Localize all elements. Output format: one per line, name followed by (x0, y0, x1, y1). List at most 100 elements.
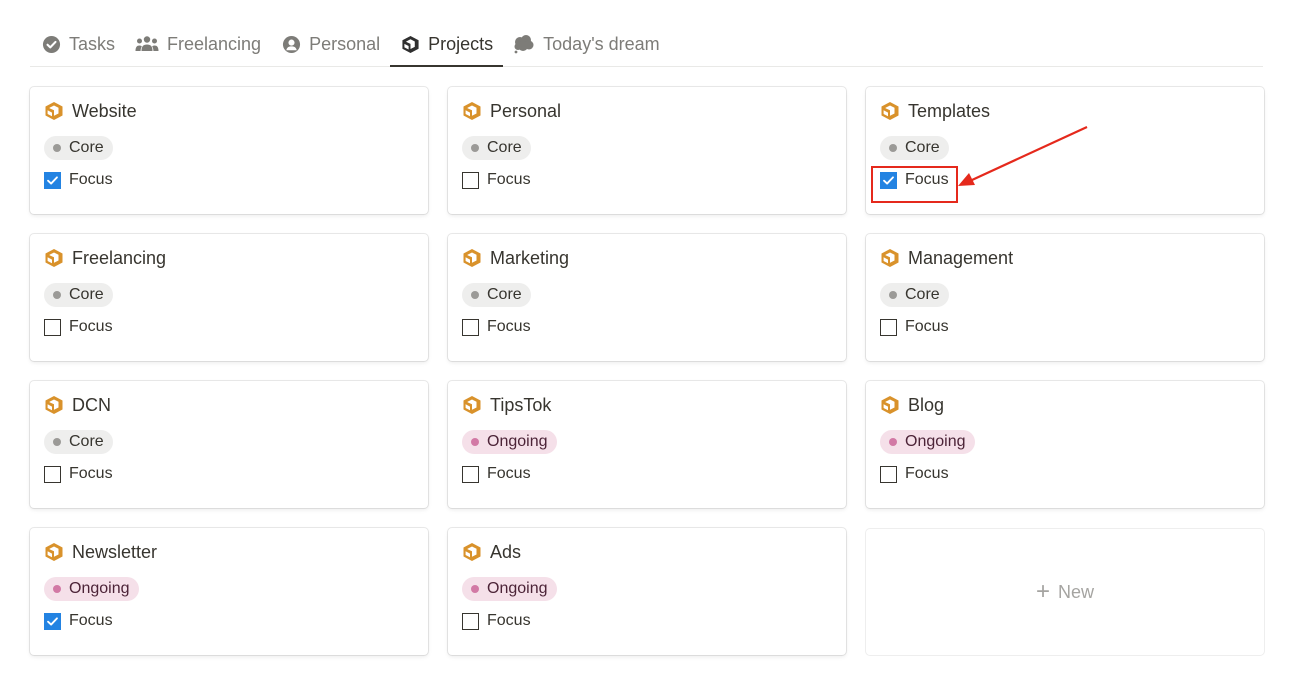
box-icon (880, 101, 900, 121)
focus-label: Focus (487, 318, 531, 335)
card-title-row: Blog (880, 393, 1250, 417)
focus-property: Focus (462, 170, 832, 190)
focus-property: Focus (880, 317, 1250, 337)
focus-checkbox[interactable] (462, 612, 479, 630)
focus-property: Focus (880, 464, 1250, 484)
tab-label: Tasks (69, 33, 116, 54)
card-title-row: Management (880, 246, 1250, 270)
status-label: Core (69, 139, 104, 156)
project-title: Marketing (490, 247, 570, 268)
status-tag: Ongoing (462, 430, 557, 454)
card-title-row: DCN (44, 393, 414, 417)
focus-label: Focus (69, 465, 113, 482)
project-card[interactable]: DCN Core Focus (30, 381, 428, 508)
box-icon (880, 395, 900, 415)
focus-checkbox[interactable] (880, 465, 897, 483)
box-icon (44, 248, 64, 268)
status-label: Core (905, 286, 940, 303)
status-label: Ongoing (905, 433, 966, 450)
status-dot (53, 291, 61, 299)
box-icon (44, 395, 64, 415)
project-gallery: Website Core Focus Personal Core Focus T… (30, 87, 1264, 655)
card-title-row: Freelancing (44, 246, 414, 270)
project-card[interactable]: Website Core Focus (30, 87, 428, 214)
new-project-button[interactable]: + New (866, 529, 1264, 655)
focus-property: Focus (44, 611, 414, 631)
project-card[interactable]: Marketing Core Focus (448, 234, 846, 361)
focus-property: Focus (44, 317, 414, 337)
focus-checkbox-checked[interactable] (44, 612, 61, 630)
project-card[interactable]: Management Core Focus (866, 234, 1264, 361)
project-title: Newsletter (72, 541, 158, 562)
people-icon (135, 34, 159, 54)
focus-label: Focus (905, 465, 949, 482)
status-label: Ongoing (487, 433, 548, 450)
check-circle-icon (41, 34, 61, 54)
tab-projects[interactable]: Projects (390, 22, 504, 67)
status-label: Ongoing (487, 580, 548, 597)
focus-label: Focus (487, 465, 531, 482)
status-dot (53, 144, 61, 152)
focus-checkbox[interactable] (880, 318, 897, 336)
status-label: Core (487, 139, 522, 156)
status-dot (53, 585, 61, 593)
project-title: Personal (490, 100, 562, 121)
project-card[interactable]: Ads Ongoing Focus (448, 528, 846, 655)
focus-property: Focus (462, 611, 832, 631)
project-title: DCN (72, 394, 111, 415)
card-title-row: Marketing (462, 246, 832, 270)
tab-todays-dream[interactable]: Today's dream (503, 22, 670, 66)
status-label: Core (69, 286, 104, 303)
focus-property: Focus (880, 170, 1250, 190)
focus-checkbox[interactable] (462, 171, 479, 189)
plus-icon: + (1035, 578, 1050, 605)
project-card[interactable]: TipsTok Ongoing Focus (448, 381, 846, 508)
new-label: New (1058, 581, 1095, 602)
card-title-row: Ads (462, 540, 832, 564)
focus-label: Focus (487, 612, 531, 629)
focus-checkbox-checked[interactable] (880, 171, 897, 189)
tab-tasks[interactable]: Tasks (30, 22, 125, 66)
status-tag: Core (462, 283, 531, 307)
focus-property: Focus (44, 170, 414, 190)
status-tag: Core (44, 430, 113, 454)
project-card[interactable]: Templates Core Focus (866, 87, 1264, 214)
tab-personal[interactable]: Personal (271, 22, 390, 66)
focus-checkbox[interactable] (462, 465, 479, 483)
status-dot (53, 438, 61, 446)
box-icon (462, 542, 482, 562)
focus-checkbox[interactable] (462, 318, 479, 336)
project-title: Ads (490, 541, 522, 562)
box-icon (880, 248, 900, 268)
focus-label: Focus (69, 318, 113, 335)
project-card[interactable]: Freelancing Core Focus (30, 234, 428, 361)
project-card[interactable]: Blog Ongoing Focus (866, 381, 1264, 508)
status-dot (471, 585, 479, 593)
tab-freelancing[interactable]: Freelancing (125, 22, 271, 66)
tab-label: Projects (428, 33, 494, 54)
box-icon (462, 101, 482, 121)
focus-checkbox[interactable] (44, 318, 61, 336)
status-dot (889, 144, 897, 152)
project-card[interactable]: Newsletter Ongoing Focus (30, 528, 428, 655)
focus-checkbox[interactable] (44, 465, 61, 483)
focus-checkbox-checked[interactable] (44, 171, 61, 189)
project-card[interactable]: Personal Core Focus (448, 87, 846, 214)
tab-label: Freelancing (167, 33, 262, 54)
status-label: Core (69, 433, 104, 450)
status-tag: Core (44, 283, 113, 307)
status-tag: Ongoing (880, 430, 975, 454)
box-icon (44, 542, 64, 562)
project-title: Website (72, 100, 137, 121)
status-dot (471, 291, 479, 299)
focus-label: Focus (905, 318, 949, 335)
checkmark-icon (47, 175, 58, 184)
status-dot (889, 291, 897, 299)
focus-property: Focus (44, 464, 414, 484)
status-dot (889, 438, 897, 446)
focus-label: Focus (487, 171, 531, 188)
card-title-row: Newsletter (44, 540, 414, 564)
status-tag: Ongoing (462, 577, 557, 601)
status-tag: Core (880, 136, 949, 160)
focus-label: Focus (69, 171, 113, 188)
